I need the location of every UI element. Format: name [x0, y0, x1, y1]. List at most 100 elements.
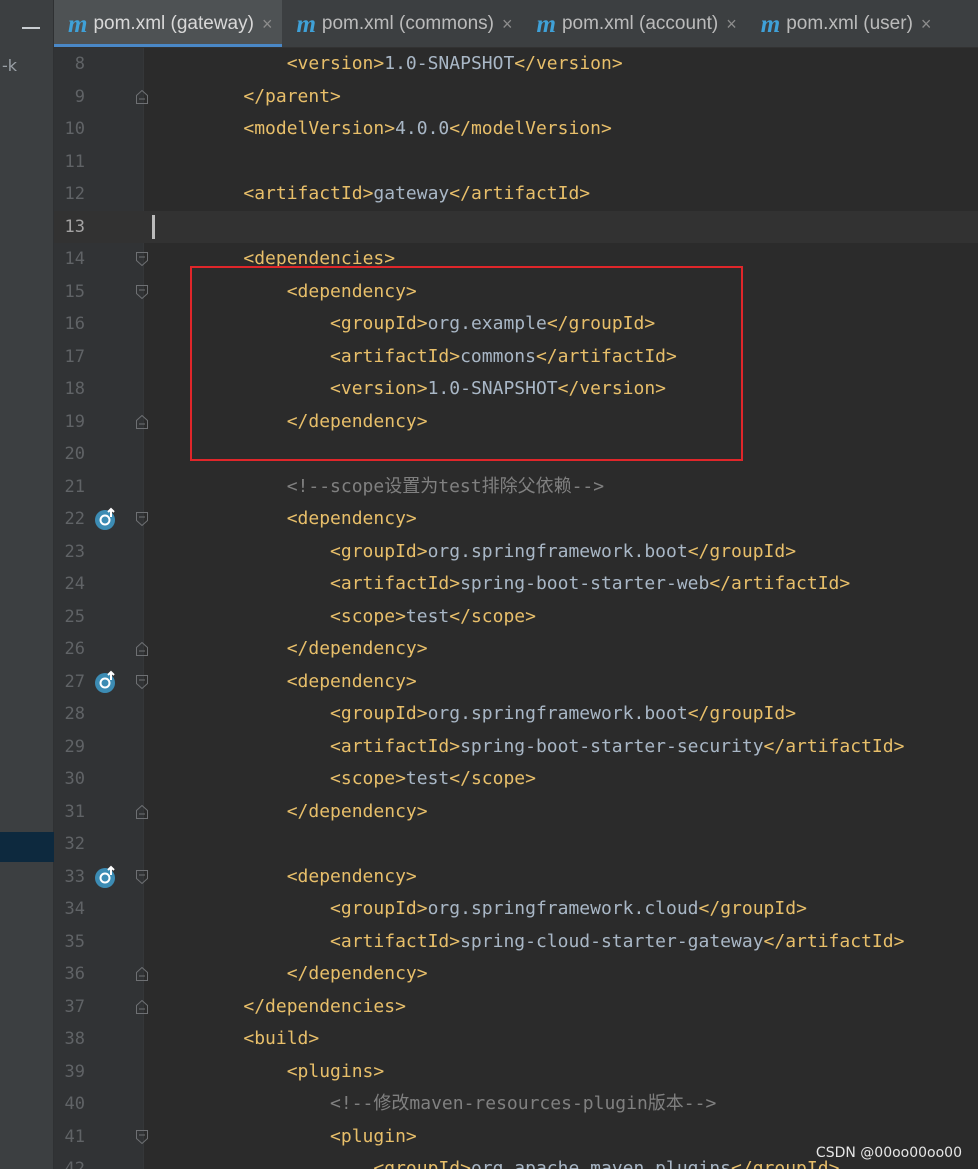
line-number: 11 — [54, 145, 85, 178]
code-text: </dependency> — [286, 800, 428, 822]
code-text: <dependency> — [286, 865, 417, 887]
code-text: <scope>test</scope> — [330, 768, 536, 789]
code-line[interactable]: 34 <groupId>org.springframework.cloud</g… — [54, 893, 978, 926]
maven-m-icon: m — [536, 10, 556, 38]
code-line[interactable]: 40 <!--修改maven-resources-plugin版本--> — [54, 1088, 978, 1121]
code-line[interactable]: 33 <dependency> — [54, 860, 978, 893]
code-line[interactable]: 26 </dependency> — [54, 633, 978, 666]
tab-label: pom.xml (commons) — [321, 13, 494, 34]
code-text: <dependencies> — [243, 248, 396, 269]
minimize-icon[interactable] — [22, 27, 40, 29]
line-number: 15 — [54, 275, 85, 308]
code-line[interactable]: 27 <dependency> — [54, 665, 978, 698]
project-tree-selection[interactable] — [0, 832, 54, 862]
line-number: 30 — [54, 763, 85, 796]
editor-tab[interactable]: m pom.xml (account) × — [523, 0, 747, 47]
code-line[interactable]: 13 — [54, 210, 978, 243]
fold-close-icon[interactable] — [136, 642, 148, 656]
editor-tab[interactable]: m pom.xml (commons) × — [282, 0, 522, 47]
line-number: 39 — [54, 1055, 85, 1088]
code-text: <dependency> — [286, 280, 417, 302]
line-number: 36 — [54, 958, 85, 991]
code-text: <groupId>org.springframework.cloud</grou… — [330, 898, 807, 919]
editor-tab[interactable]: m pom.xml (user) × — [747, 0, 942, 47]
code-line[interactable]: 23 <groupId>org.springframework.boot</gr… — [54, 535, 978, 568]
code-text: </dependency> — [286, 638, 428, 659]
line-number: 22 — [54, 503, 85, 536]
run-gutter-icon[interactable] — [94, 865, 118, 889]
line-number: 24 — [54, 568, 85, 601]
code-text: <groupId>org.example</groupId> — [330, 313, 656, 334]
line-number: 9 — [54, 80, 85, 113]
code-text: <dependency> — [286, 508, 417, 529]
code-line[interactable]: 25 <scope>test</scope> — [54, 600, 978, 633]
line-number: 8 — [54, 48, 85, 81]
line-number: 23 — [54, 535, 85, 568]
line-number: 38 — [54, 1023, 85, 1056]
line-number: 40 — [54, 1088, 85, 1121]
code-line[interactable]: 38 <build> — [54, 1023, 978, 1056]
code-line[interactable]: 14 <dependencies> — [54, 243, 978, 276]
code-line[interactable]: 28 <groupId>org.springframework.boot</gr… — [54, 698, 978, 731]
code-line[interactable]: 29 <artifactId>spring-boot-starter-secur… — [54, 730, 978, 763]
code-text: <artifactId>spring-boot-starter-web</art… — [330, 573, 851, 594]
code-text: <modelVersion>4.0.0</modelVersion> — [243, 118, 612, 139]
code-line[interactable]: 24 <artifactId>spring-boot-starter-web</… — [54, 568, 978, 601]
project-tree-fragment: -k — [2, 56, 18, 75]
fold-open-icon[interactable] — [136, 869, 148, 884]
fold-open-icon[interactable] — [136, 1129, 148, 1144]
code-line[interactable]: 19 </dependency> — [54, 405, 978, 438]
code-line[interactable]: 10 <modelVersion>4.0.0</modelVersion> — [54, 113, 978, 146]
code-line[interactable]: 32 — [54, 828, 978, 861]
fold-open-icon[interactable] — [136, 512, 148, 526]
code-line[interactable]: 8 <version>1.0-SNAPSHOT</version> — [54, 48, 978, 81]
fold-close-icon[interactable] — [136, 804, 148, 819]
code-line[interactable]: 11 — [54, 145, 978, 178]
code-line[interactable]: 30 <scope>test</scope> — [54, 763, 978, 796]
code-text: </dependency> — [286, 963, 428, 984]
code-line[interactable]: 39 <plugins> — [54, 1055, 978, 1088]
run-gutter-icon[interactable] — [94, 507, 118, 531]
code-line[interactable]: 20 — [54, 438, 978, 471]
line-number: 35 — [54, 925, 85, 958]
close-icon[interactable]: × — [262, 14, 273, 35]
code-line[interactable]: 35 <artifactId>spring-cloud-starter-gate… — [54, 925, 978, 958]
line-number: 32 — [54, 828, 85, 861]
tab-label: pom.xml (gateway) — [93, 13, 254, 34]
code-editor[interactable]: 8 <version>1.0-SNAPSHOT</version> 9 </par… — [54, 48, 978, 1169]
code-line[interactable]: 12 <artifactId>gateway</artifactId> — [54, 178, 978, 211]
editor-tab[interactable]: m pom.xml (gateway) × — [54, 0, 283, 47]
tab-label: pom.xml (user) — [786, 13, 913, 34]
line-number: 33 — [54, 860, 85, 893]
close-icon[interactable]: × — [726, 14, 737, 35]
line-number: 20 — [54, 438, 85, 471]
code-line[interactable]: 21 <!--scope设置为test排除父依赖--> — [54, 470, 978, 503]
line-number: 28 — [54, 698, 85, 731]
code-text: <version>1.0-SNAPSHOT</version> — [286, 53, 623, 74]
code-line[interactable]: 37 </dependencies> — [54, 990, 978, 1023]
code-line[interactable]: 15 <dependency> — [54, 275, 978, 308]
code-line[interactable]: 36 </dependency> — [54, 958, 978, 991]
fold-close-icon[interactable] — [136, 967, 148, 981]
run-gutter-icon[interactable] — [94, 670, 118, 694]
editor-tab-bar: m pom.xml (gateway) × m pom.xml (commons) × m p… — [54, 0, 978, 48]
fold-close-icon[interactable] — [136, 999, 148, 1014]
code-line[interactable]: 22 <dependency> — [54, 503, 978, 536]
code-line[interactable]: 17 <artifactId>commons</artifactId> — [54, 340, 978, 373]
code-line[interactable]: 16 <groupId>org.example</groupId> — [54, 308, 978, 341]
code-text: <artifactId>spring-cloud-starter-gateway… — [330, 930, 905, 952]
fold-close-icon[interactable] — [136, 89, 148, 104]
fold-open-icon[interactable] — [136, 252, 148, 266]
fold-open-icon[interactable] — [136, 284, 148, 299]
code-line[interactable]: 9 </parent> — [54, 80, 978, 113]
code-text: <dependency> — [286, 670, 417, 692]
code-line[interactable]: 31 </dependency> — [54, 795, 978, 828]
line-number: 14 — [54, 243, 85, 276]
fold-close-icon[interactable] — [136, 414, 148, 429]
close-icon[interactable]: × — [921, 14, 932, 35]
line-number: 12 — [54, 178, 85, 211]
watermark: CSDN @00oo00oo00 — [815, 1145, 962, 1161]
close-icon[interactable]: × — [502, 14, 513, 35]
fold-open-icon[interactable] — [136, 674, 148, 689]
code-line[interactable]: 18 <version>1.0-SNAPSHOT</version> — [54, 373, 978, 406]
